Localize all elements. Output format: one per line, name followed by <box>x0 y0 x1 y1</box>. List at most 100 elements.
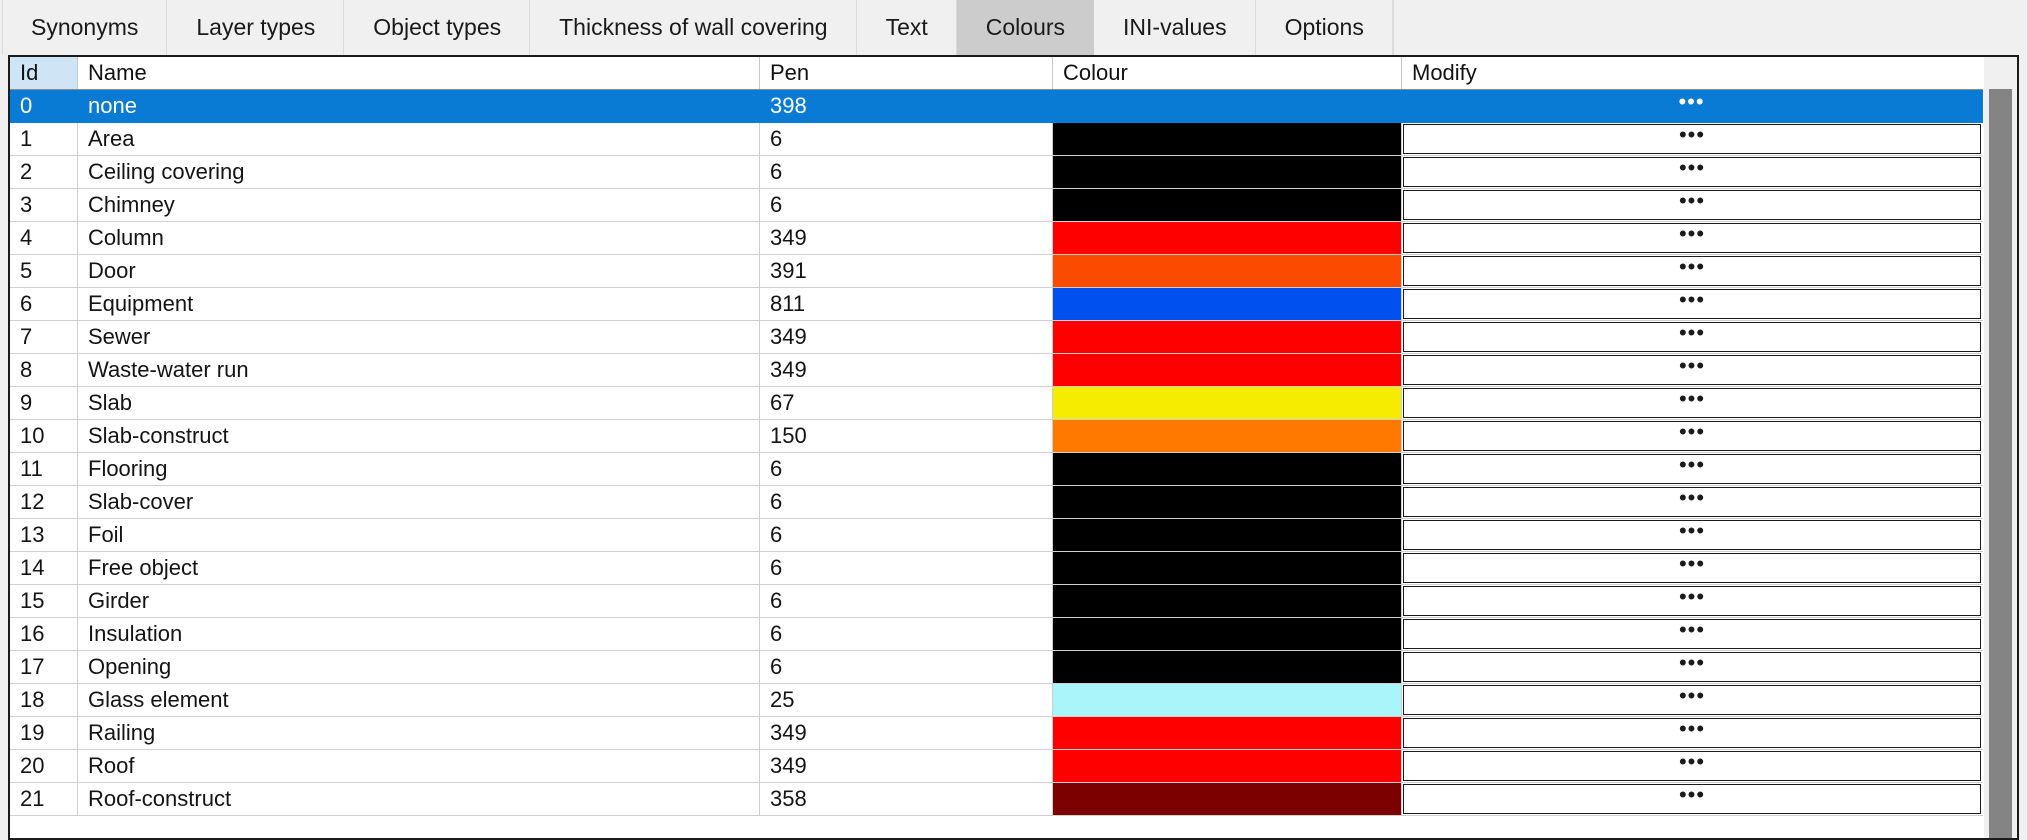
table-row[interactable]: 17 Opening 6 ••• <box>10 651 1983 684</box>
modify-ellipsis-button[interactable]: ••• <box>1403 157 1981 187</box>
modify-ellipsis-button[interactable]: ••• <box>1403 223 1981 253</box>
tab-object-types[interactable]: Object types <box>344 0 531 55</box>
cell-pen: 6 <box>760 156 1053 188</box>
cell-modify: ••• <box>1402 651 1983 683</box>
cell-modify: ••• <box>1402 321 1983 353</box>
cell-id: 5 <box>10 255 78 287</box>
cell-pen: 349 <box>760 354 1053 386</box>
table-row[interactable]: 6 Equipment 811 ••• <box>10 288 1983 321</box>
table-row[interactable]: 8 Waste-water run 349 ••• <box>10 354 1983 387</box>
modify-ellipsis-button[interactable]: ••• <box>1403 454 1981 484</box>
table-row[interactable]: 5 Door 391 ••• <box>10 255 1983 288</box>
cell-name: Insulation <box>78 618 760 650</box>
cell-colour <box>1053 783 1402 815</box>
cell-id: 7 <box>10 321 78 353</box>
table-row[interactable]: 20 Roof 349 ••• <box>10 750 1983 783</box>
tab-thickness-of-wall-covering[interactable]: Thickness of wall covering <box>530 0 857 55</box>
cell-modify: ••• <box>1402 717 1983 749</box>
cell-colour <box>1053 123 1402 155</box>
colour-swatch <box>1053 585 1401 617</box>
modify-ellipsis-button[interactable]: ••• <box>1403 685 1981 715</box>
column-header-id[interactable]: Id <box>10 57 78 89</box>
cell-pen: 67 <box>760 387 1053 419</box>
table-row[interactable]: 10 Slab-construct 150 ••• <box>10 420 1983 453</box>
modify-ellipsis-button[interactable]: ••• <box>1403 256 1981 286</box>
tab-ini-values[interactable]: INI-values <box>1094 0 1256 55</box>
table-row[interactable]: 11 Flooring 6 ••• <box>10 453 1983 486</box>
cell-id: 19 <box>10 717 78 749</box>
tab-text[interactable]: Text <box>856 0 957 55</box>
cell-pen: 349 <box>760 750 1053 782</box>
cell-id: 11 <box>10 453 78 485</box>
table-row[interactable]: 4 Column 349 ••• <box>10 222 1983 255</box>
tab-colours[interactable]: Colours <box>956 0 1095 55</box>
tab-bar: Synonyms Layer types Object types Thickness… <box>0 0 2027 55</box>
cell-colour <box>1053 486 1402 518</box>
modify-ellipsis-button[interactable]: ••• <box>1403 91 1980 121</box>
column-header-name[interactable]: Name <box>78 57 760 89</box>
vertical-scrollbar[interactable] <box>1983 57 2017 838</box>
table-row[interactable]: 18 Glass element 25 ••• <box>10 684 1983 717</box>
colour-swatch <box>1053 255 1401 287</box>
modify-ellipsis-button[interactable]: ••• <box>1403 520 1981 550</box>
modify-ellipsis-button[interactable]: ••• <box>1403 784 1981 814</box>
column-header-colour[interactable]: Colour <box>1053 57 1402 89</box>
cell-pen: 6 <box>760 123 1053 155</box>
cell-modify: ••• <box>1402 585 1983 617</box>
cell-colour <box>1053 420 1402 452</box>
modify-ellipsis-button[interactable]: ••• <box>1403 553 1981 583</box>
modify-ellipsis-button[interactable]: ••• <box>1403 586 1981 616</box>
modify-ellipsis-button[interactable]: ••• <box>1403 751 1981 781</box>
cell-modify: ••• <box>1402 750 1983 782</box>
cell-name: Free object <box>78 552 760 584</box>
tab-layer-types[interactable]: Layer types <box>167 0 345 55</box>
table-row[interactable]: 12 Slab-cover 6 ••• <box>10 486 1983 519</box>
table-row[interactable]: 9 Slab 67 ••• <box>10 387 1983 420</box>
cell-modify: ••• <box>1402 420 1983 452</box>
cell-id: 15 <box>10 585 78 617</box>
table-row[interactable]: 19 Railing 349 ••• <box>10 717 1983 750</box>
tab-options[interactable]: Options <box>1255 0 1393 55</box>
tab-bar-filler <box>1392 0 2027 55</box>
colour-swatch <box>1053 486 1401 518</box>
colour-swatch <box>1053 354 1401 386</box>
modify-ellipsis-button[interactable]: ••• <box>1403 619 1981 649</box>
modify-ellipsis-button[interactable]: ••• <box>1403 190 1981 220</box>
table-row[interactable]: 16 Insulation 6 ••• <box>10 618 1983 651</box>
vertical-scrollbar-thumb[interactable] <box>1989 89 2012 838</box>
cell-modify: ••• <box>1402 189 1983 221</box>
cell-id: 21 <box>10 783 78 815</box>
column-header-modify[interactable]: Modify <box>1402 57 1983 89</box>
table-row[interactable]: 2 Ceiling covering 6 ••• <box>10 156 1983 189</box>
cell-id: 10 <box>10 420 78 452</box>
table-row[interactable]: 1 Area 6 ••• <box>10 123 1983 156</box>
table-row[interactable]: 7 Sewer 349 ••• <box>10 321 1983 354</box>
modify-ellipsis-button[interactable]: ••• <box>1403 421 1981 451</box>
modify-ellipsis-button[interactable]: ••• <box>1403 124 1981 154</box>
colour-swatch <box>1053 321 1401 353</box>
column-header-pen[interactable]: Pen <box>760 57 1053 89</box>
table-row[interactable]: 13 Foil 6 ••• <box>10 519 1983 552</box>
table-row[interactable]: 15 Girder 6 ••• <box>10 585 1983 618</box>
modify-ellipsis-button[interactable]: ••• <box>1403 388 1981 418</box>
cell-colour <box>1053 651 1402 683</box>
table-row[interactable]: 0 none 398 ••• <box>10 90 1983 123</box>
modify-ellipsis-button[interactable]: ••• <box>1403 322 1981 352</box>
table-row[interactable]: 14 Free object 6 ••• <box>10 552 1983 585</box>
colour-swatch <box>1053 552 1401 584</box>
colour-swatch <box>1053 651 1401 683</box>
modify-ellipsis-button[interactable]: ••• <box>1403 652 1981 682</box>
grid-body[interactable]: 0 none 398 ••• 1 Area 6 ••• 2 Ceiling covering 6 ••… <box>10 90 1983 838</box>
table-row[interactable]: 21 Roof-construct 358 ••• <box>10 783 1983 816</box>
table-row[interactable]: 3 Chimney 6 ••• <box>10 189 1983 222</box>
modify-ellipsis-button[interactable]: ••• <box>1403 355 1981 385</box>
cell-id: 18 <box>10 684 78 716</box>
modify-ellipsis-button[interactable]: ••• <box>1403 487 1981 517</box>
tab-synonyms[interactable]: Synonyms <box>2 0 168 55</box>
cell-pen: 398 <box>760 90 1053 122</box>
modify-ellipsis-button[interactable]: ••• <box>1403 718 1981 748</box>
modify-ellipsis-button[interactable]: ••• <box>1403 289 1981 319</box>
cell-modify: ••• <box>1402 222 1983 254</box>
colour-swatch <box>1053 618 1401 650</box>
cell-name: Flooring <box>78 453 760 485</box>
